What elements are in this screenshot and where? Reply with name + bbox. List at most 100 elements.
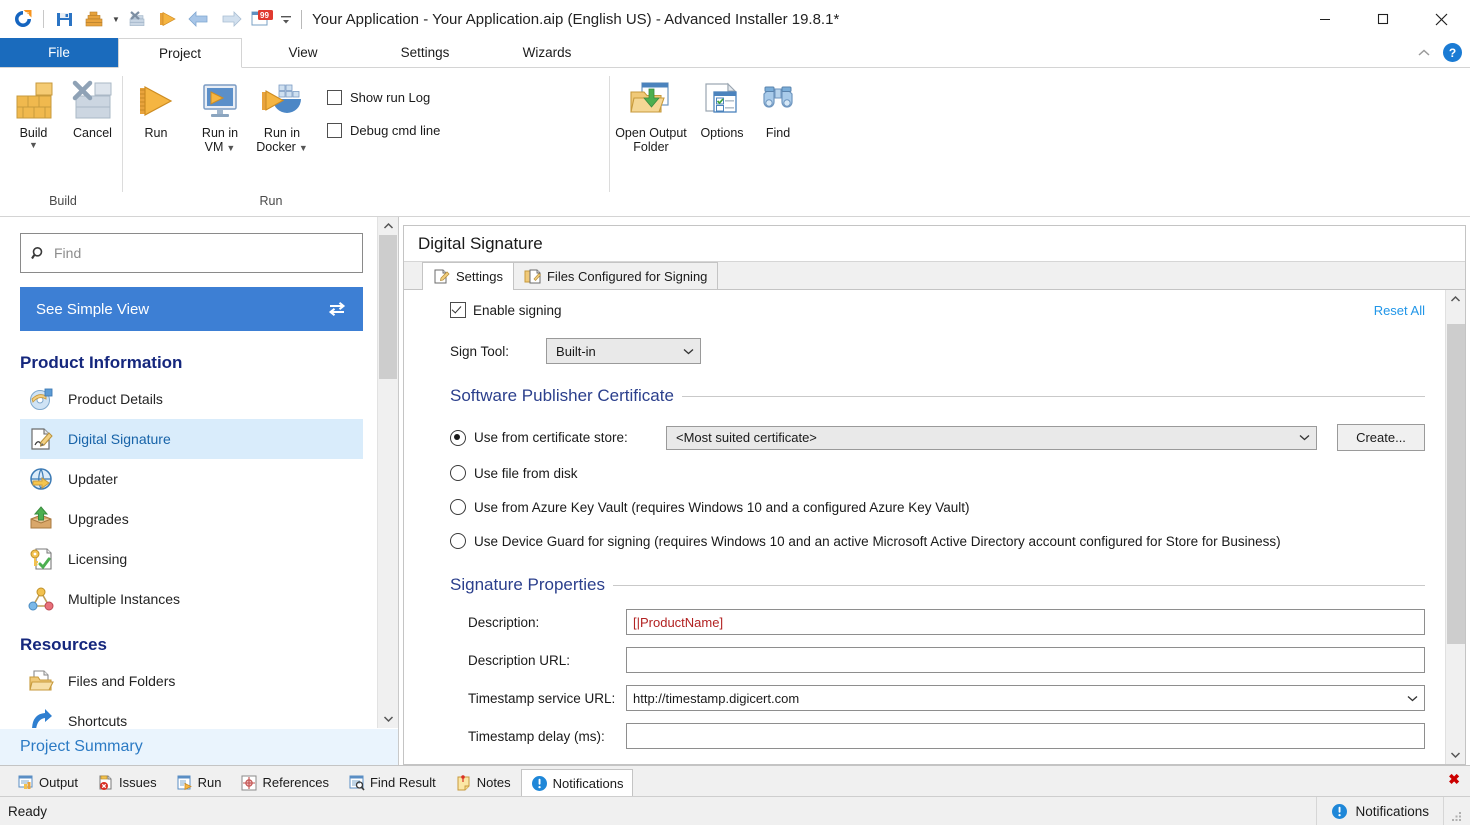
panel-scroll-down-icon[interactable]: [1446, 746, 1466, 764]
timestamp-delay-input[interactable]: [626, 723, 1425, 749]
rebuild-icon[interactable]: [123, 4, 153, 34]
debug-cmd-line-checkbox-box[interactable]: [327, 123, 342, 138]
maximize-button[interactable]: [1354, 0, 1412, 38]
use-file-from-disk-radio[interactable]: [450, 465, 466, 481]
enable-signing-checkbox[interactable]: Enable signing: [450, 302, 562, 318]
tab-files-configured-for-signing[interactable]: Files Configured for Signing: [512, 262, 719, 289]
panel-scroll-track[interactable]: [1446, 308, 1466, 746]
sidebar-item-multiple-instances[interactable]: Multiple Instances: [20, 579, 363, 619]
save-icon[interactable]: [49, 4, 79, 34]
build-icon[interactable]: [79, 4, 109, 34]
run-icon[interactable]: [153, 4, 183, 34]
run-in-docker-caret-icon[interactable]: ▼: [299, 143, 308, 153]
sign-tool-select[interactable]: Built-in: [546, 338, 702, 364]
resize-grip-icon[interactable]: [1444, 795, 1470, 825]
notifications-badge-icon[interactable]: 99: [247, 4, 277, 34]
window-title: Your Application - Your Application.aip …: [312, 10, 840, 28]
enable-signing-checkbox-box[interactable]: [450, 302, 466, 318]
sidebar-scroll-down-icon[interactable]: [378, 710, 398, 728]
settings-tab-icon: [433, 268, 450, 285]
timestamp-delay-row: Timestamp delay (ms):: [450, 723, 1425, 749]
minimize-button[interactable]: [1296, 0, 1354, 38]
certificate-store-value: <Most suited certificate>: [676, 430, 817, 445]
sidebar-scroll-track[interactable]: [378, 235, 398, 710]
dock-tab-references[interactable]: References: [231, 769, 338, 796]
dock-tab-notifications[interactable]: Notifications: [520, 769, 634, 797]
show-run-log-checkbox[interactable]: Show run Log: [327, 90, 440, 105]
build-button-caret-icon[interactable]: ▼: [29, 141, 38, 150]
collapse-ribbon-icon[interactable]: [1417, 48, 1433, 57]
sidebar-scroll-thumb[interactable]: [379, 235, 397, 379]
undo-icon[interactable]: [183, 4, 215, 34]
tab-settings[interactable]: Settings: [422, 262, 514, 290]
reset-all-link[interactable]: Reset All: [1374, 303, 1425, 318]
customize-toolbar-icon[interactable]: [277, 4, 295, 34]
dock-tab-find-result[interactable]: Find Result: [339, 769, 446, 796]
sidebar-item-files-and-folders[interactable]: Files and Folders: [20, 661, 363, 701]
enable-signing-label: Enable signing: [473, 302, 562, 318]
use-certificate-store-label: Use from certificate store:: [474, 430, 628, 445]
use-azure-key-vault-radio[interactable]: [450, 499, 466, 515]
ribbon-tab-project[interactable]: Project: [118, 38, 242, 68]
dock-tab-run[interactable]: Run: [167, 769, 232, 796]
description-url-input[interactable]: [626, 647, 1425, 673]
sidebar-item-product-details[interactable]: Product Details: [20, 379, 363, 419]
close-button[interactable]: [1412, 0, 1470, 38]
use-device-guard-radio[interactable]: [450, 533, 466, 549]
dock-tab-issues[interactable]: Issues: [88, 769, 167, 796]
run-button[interactable]: Run: [123, 76, 189, 140]
dock-tab-notes[interactable]: Notes: [446, 769, 521, 796]
run-in-vm-caret-icon[interactable]: ▼: [226, 143, 235, 153]
sidebar-item-updater[interactable]: Updater: [20, 459, 363, 499]
build-dropdown-icon[interactable]: ▼: [109, 4, 123, 34]
open-output-folder-button[interactable]: Open Output Folder: [610, 76, 692, 154]
sidebar-scrollbar[interactable]: [377, 217, 398, 728]
ribbon-tab-view[interactable]: View: [242, 38, 364, 67]
run-in-vm-button[interactable]: Run in VM ▼: [189, 76, 251, 154]
ribbon-tab-settings[interactable]: Settings: [364, 38, 486, 67]
search-icon: [31, 246, 46, 261]
redo-icon[interactable]: [215, 4, 247, 34]
sidebar-find-box[interactable]: Find: [20, 233, 363, 273]
ribbon-tab-file[interactable]: File: [0, 38, 118, 67]
description-input[interactable]: [|ProductName]: [626, 609, 1425, 635]
use-file-from-disk-row[interactable]: Use file from disk: [450, 465, 1425, 481]
signature-properties-section: Signature Properties Description: [|Prod…: [404, 575, 1445, 764]
sidebar-item-shortcuts[interactable]: Shortcuts: [20, 701, 363, 728]
sidebar-item-upgrades-label: Upgrades: [68, 511, 129, 527]
sidebar-heading-product-information: Product Information: [20, 353, 183, 372]
sidebar-scroll-up-icon[interactable]: [378, 217, 398, 235]
find-button[interactable]: Find: [752, 76, 804, 140]
run-in-docker-button[interactable]: Run in Docker ▼: [251, 76, 313, 154]
timestamp-service-url-combo[interactable]: http://timestamp.digicert.com: [626, 685, 1425, 711]
app-logo-icon[interactable]: 5: [8, 4, 38, 34]
show-run-log-checkbox-box[interactable]: [327, 90, 342, 105]
panel-scroll-up-icon[interactable]: [1446, 290, 1466, 308]
use-device-guard-row[interactable]: Use Device Guard for signing (requires W…: [450, 533, 1425, 549]
certificate-store-select[interactable]: <Most suited certificate>: [666, 425, 1317, 450]
sidebar-item-upgrades[interactable]: Upgrades: [20, 499, 363, 539]
panel-scroll-thumb[interactable]: [1446, 324, 1465, 644]
ribbon-group-run: Run Run in VM ▼ Run in Docker ▼ Show run…: [123, 68, 609, 216]
use-certificate-store-radio[interactable]: [450, 429, 466, 446]
help-button[interactable]: ?: [1443, 43, 1462, 62]
sidebar-find-input[interactable]: Find: [54, 245, 81, 261]
debug-cmd-line-checkbox[interactable]: Debug cmd line: [327, 123, 440, 138]
build-button[interactable]: Build ▼: [4, 76, 63, 150]
chevron-down-icon: [683, 348, 694, 355]
close-dock-icon[interactable]: ✖: [1448, 771, 1460, 788]
dock-tab-output[interactable]: Output: [8, 769, 88, 796]
panel-scrollbar[interactable]: [1445, 290, 1465, 764]
sidebar-item-digital-signature[interactable]: Digital Signature: [20, 419, 363, 459]
licensing-icon: [26, 544, 56, 574]
status-notifications-button[interactable]: Notifications: [1316, 797, 1444, 825]
see-simple-view-button[interactable]: See Simple View: [20, 287, 363, 331]
ribbon-tab-wizards[interactable]: Wizards: [486, 38, 608, 67]
status-notifications-label: Notifications: [1355, 803, 1429, 819]
create-certificate-button[interactable]: Create...: [1337, 424, 1425, 451]
use-azure-key-vault-row[interactable]: Use from Azure Key Vault (requires Windo…: [450, 499, 1425, 515]
sidebar-item-licensing[interactable]: Licensing: [20, 539, 363, 579]
options-button[interactable]: Options: [692, 76, 752, 140]
section-divider: [612, 584, 1425, 586]
project-summary-button[interactable]: Project Summary: [0, 728, 398, 765]
